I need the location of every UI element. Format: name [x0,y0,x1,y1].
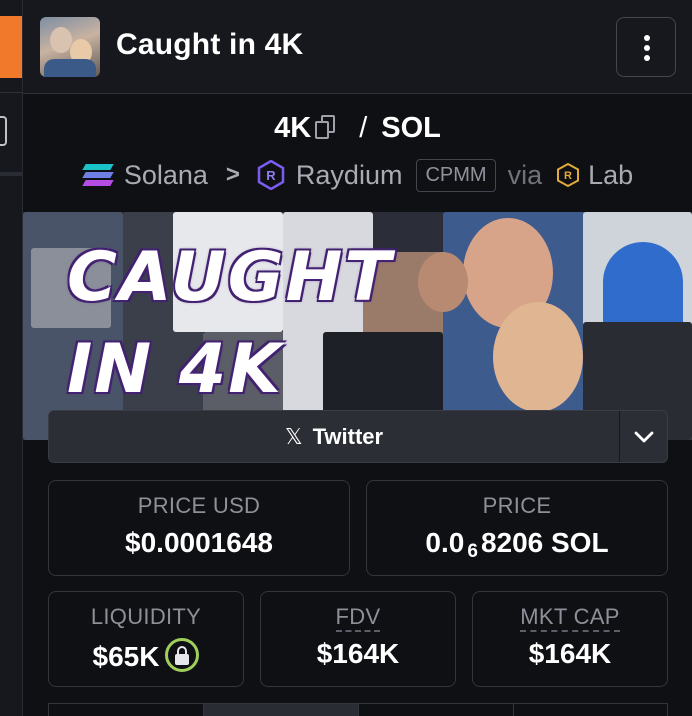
svg-text:R: R [564,170,572,182]
token-title: Caught in 4K [116,28,304,61]
base-symbol: 4K [274,112,312,144]
sidebar-divider [0,172,22,176]
chevron-right-icon: > [225,161,240,188]
price-usd-card: PRICE USD $0.0001648 [48,480,350,576]
twitter-label: Twitter [312,423,384,449]
copy-icon[interactable] [315,115,337,139]
tab-selected[interactable] [203,703,358,716]
more-options-button[interactable] [616,17,676,77]
sidebar-divider [0,92,22,93]
pair-separator: / [359,112,368,144]
token-header: Caught in 4K [23,0,692,94]
fdv-card: FDV $164K [260,591,456,687]
price-native-card: PRICE 0.0 6 8206 SOL [366,480,668,576]
social-links-bar: 𝕏 Twitter [48,410,668,463]
via-label: via [507,159,543,190]
sidebar-accent-tab[interactable] [0,16,22,78]
sidebar-panel-icon[interactable] [0,116,7,146]
mkt-cap-value: $164K [528,638,612,669]
fdv-value: $164K [316,638,400,669]
liquidity-label: LIQUIDITY [90,604,202,629]
mkt-cap-card: MKT CAP $164K [472,591,668,687]
liquidity-value: $65K [49,638,243,673]
left-sidebar-strip [0,0,23,716]
banner-text-line1: CAUGHT [67,238,393,317]
twitter-link-button[interactable]: 𝕏 Twitter [49,411,619,462]
launchpad-link[interactable]: Lab [588,160,633,191]
pair-title: 4K / SOL [23,112,692,145]
raydium-icon: R [256,160,286,190]
tab[interactable] [48,703,203,716]
chain-breadcrumb: Solana > R Raydium CPMM via R Lab [23,156,692,194]
liquidity-card: LIQUIDITY $65K [48,591,244,687]
token-avatar-icon [40,17,100,77]
lock-icon[interactable] [165,638,200,672]
quote-symbol: SOL [381,112,441,144]
price-native-value: 0.0 6 8206 SOL [425,527,609,562]
kebab-menu-icon [644,35,650,41]
price-label: PRICE [482,493,552,518]
timeframe-tabs [48,703,668,716]
dex-link[interactable]: Raydium [296,160,403,191]
tab[interactable] [358,703,513,716]
tab[interactable] [513,703,668,716]
price-usd-value: $0.0001648 [125,527,273,558]
chain-link[interactable]: Solana [124,160,208,191]
token-banner-image: CAUGHT IN 4K [23,212,692,440]
chevron-down-icon [634,431,654,442]
lab-icon: R [556,162,580,188]
social-dropdown-button[interactable] [620,411,668,462]
fdv-label[interactable]: FDV [261,604,455,632]
price-usd-label: PRICE USD [137,493,261,518]
token-panel: Caught in 4K 4K / SOL Solana > R Raydium C… [23,0,692,716]
solana-icon [82,162,114,188]
x-logo-icon: 𝕏 [284,423,303,449]
svg-text:R: R [266,168,276,183]
banner-text-line2: IN 4K [67,330,283,409]
mkt-cap-label[interactable]: MKT CAP [473,604,667,632]
pool-type-badge: CPMM [416,158,496,192]
